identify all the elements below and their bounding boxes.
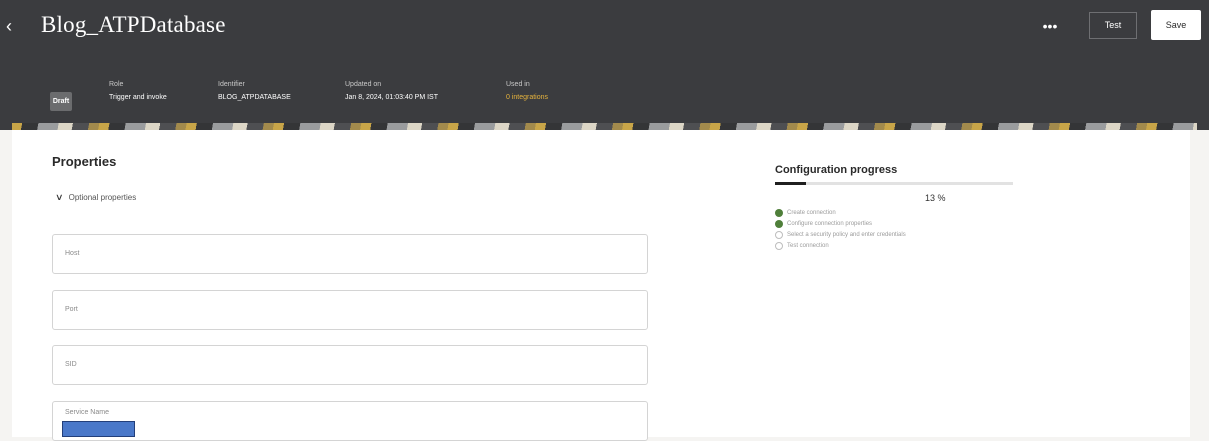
- step-configure-properties: Configure connection properties: [775, 219, 906, 229]
- page-edge: [1190, 130, 1209, 437]
- service-name-label: Service Name: [65, 409, 109, 416]
- host-field[interactable]: Host: [52, 234, 648, 274]
- configuration-progress-heading: Configuration progress: [775, 164, 898, 176]
- port-field[interactable]: Port: [52, 290, 648, 330]
- service-name-field[interactable]: Service Name: [52, 401, 648, 441]
- meta-role-label: Role: [109, 81, 124, 88]
- empty-circle-icon: [775, 242, 783, 250]
- sid-placeholder: SID: [65, 361, 77, 368]
- meta-role: Role Trigger and invoke: [109, 80, 167, 104]
- meta-used-in: Used in 0 integrations: [506, 80, 548, 104]
- meta-used-in-label: Used in: [506, 81, 530, 88]
- meta-identifier-label: Identifier: [218, 81, 245, 88]
- step-label: Select a security policy and enter crede…: [787, 232, 906, 238]
- step-label: Configure connection properties: [787, 221, 873, 227]
- meta-identifier: Identifier BLOG_ATPDATABASE: [218, 80, 291, 104]
- step-security-policy: Select a security policy and enter crede…: [775, 230, 906, 240]
- check-circle-icon: [775, 220, 783, 228]
- status-badge: Draft: [50, 92, 72, 111]
- test-button[interactable]: Test: [1089, 12, 1137, 39]
- meta-updated-value: Jan 8, 2024, 01:03:40 PM IST: [345, 94, 439, 101]
- decorative-banner-stripe: [12, 123, 1197, 130]
- optional-properties-toggle[interactable]: ∨ Optional properties: [55, 192, 137, 203]
- port-placeholder: Port: [65, 306, 78, 313]
- step-label: Test connection: [787, 243, 829, 249]
- progress-percent: 13 %: [925, 193, 946, 203]
- save-button[interactable]: Save: [1151, 10, 1201, 40]
- optional-properties-label: Optional properties: [68, 193, 137, 202]
- properties-heading: Properties: [52, 154, 117, 169]
- page-title: Blog_ATPDatabase: [41, 12, 226, 37]
- step-create-connection: Create connection: [775, 208, 906, 218]
- sid-field[interactable]: SID: [52, 345, 648, 385]
- host-placeholder: Host: [65, 250, 80, 257]
- meta-updated: Updated on Jan 8, 2024, 01:03:40 PM IST: [345, 80, 438, 104]
- empty-circle-icon: [775, 231, 783, 239]
- check-circle-icon: [775, 209, 783, 217]
- progress-bar-fill: [775, 182, 806, 185]
- page-header: ‹ Blog_ATPDatabase ••• Test Save Draft R…: [0, 0, 1209, 130]
- progress-steps: Create connection Configure connection p…: [775, 208, 906, 252]
- meta-identifier-value: BLOG_ATPDATABASE: [218, 94, 291, 101]
- meta-updated-label: Updated on: [345, 81, 382, 88]
- used-in-link[interactable]: 0 integrations: [506, 92, 548, 104]
- progress-bar: [775, 182, 1013, 185]
- main-panel: Properties ∨ Optional properties Host Por…: [12, 130, 1190, 441]
- step-label: Create connection: [787, 210, 836, 216]
- chevron-down-icon: ∨: [55, 192, 64, 202]
- more-actions-button[interactable]: •••: [1038, 16, 1062, 36]
- step-test-connection: Test connection: [775, 241, 906, 251]
- back-chevron-icon[interactable]: ‹: [6, 14, 22, 38]
- meta-role-value: Trigger and invoke: [109, 94, 167, 101]
- service-name-redacted-value: [62, 421, 135, 437]
- configuration-progress-panel: Configuration progress 13 % Create conne…: [775, 164, 1035, 250]
